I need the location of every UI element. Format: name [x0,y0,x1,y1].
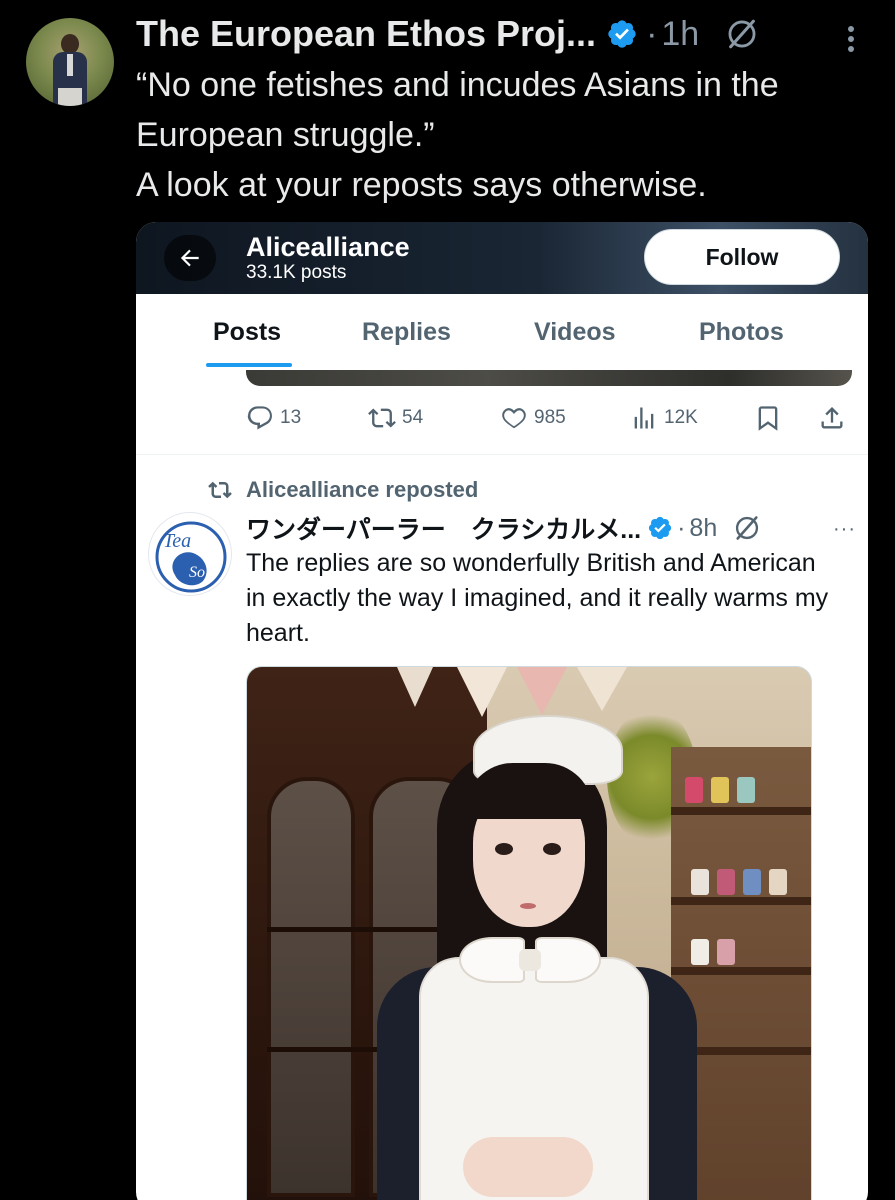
avatar-figure-shirt [67,54,73,76]
reposted-author-avatar[interactable]: Tea So [148,512,232,596]
reply-count: 13 [280,407,302,428]
views-count: 12K [664,407,698,428]
photo-jar [711,777,729,803]
photo-bow-center [519,949,541,971]
bookmark-icon [758,406,778,431]
follow-button[interactable]: Follow [644,229,840,285]
svg-text:Tea: Tea [163,530,191,552]
tab-photos[interactable]: Photos [699,318,784,347]
photo-lips [520,903,536,909]
active-tab-indicator [206,363,292,367]
teaso-logo-icon: Tea So [155,521,227,593]
bookmark-action[interactable] [754,400,788,436]
reposted-time-separator: · [677,513,686,542]
repost-label: Alicealliance reposted [246,477,479,502]
verified-badge-icon [608,20,636,48]
more-options-icon[interactable] [847,24,855,54]
photo-jar [691,869,709,895]
time-separator: · [646,14,658,53]
repost-indicator[interactable]: Alicealliance reposted [206,475,478,505]
avatar-figure-legs [58,88,82,106]
reply-action[interactable]: 13 [246,400,301,436]
post-count: 33.1K posts [246,262,347,283]
photo-jar [685,777,703,803]
share-icon [821,407,843,429]
photo-bow-left [459,937,525,983]
repost-icon [368,408,396,428]
tab-replies[interactable]: Replies [362,318,451,347]
photo-jar [691,939,709,965]
repost-action[interactable]: 54 [368,400,423,436]
previous-post-media[interactable] [246,370,852,386]
photo-jar [717,939,735,965]
photo-jar [769,869,787,895]
embedded-screenshot[interactable]: Alicealliance 33.1K posts Follow Posts R… [136,222,868,1200]
repost-indicator-icon [208,481,232,499]
tweet-header: The European Ethos Proj... · 1h [136,10,876,58]
repost-count: 54 [402,407,424,428]
photo-hands [463,1137,593,1197]
author-name[interactable]: The European Ethos Proj... [136,13,596,55]
avatar-figure-head [61,34,79,54]
svg-text:So: So [189,564,205,581]
tab-posts[interactable]: Posts [213,318,281,347]
tab-videos[interactable]: Videos [534,318,616,347]
photo-shelf [671,897,811,905]
photo-cabinet-glass-left [267,777,355,1197]
photo-bow-right [535,937,601,983]
photo-jar [717,869,735,895]
photo-eye [543,843,561,855]
author-avatar[interactable] [26,18,114,106]
reposted-more-icon[interactable]: ··· [833,518,856,541]
reposted-post-text: The replies are so wonderfully British a… [246,549,829,647]
views-action[interactable]: 12K [630,400,698,436]
reply-icon [247,406,272,430]
back-button[interactable] [164,235,216,281]
profile-name: Alicealliance [246,232,410,262]
grok-icon[interactable] [725,17,759,51]
profile-tabs: Posts Replies Videos Photos [136,294,868,374]
photo-shelf [671,967,811,975]
reposted-post-photo[interactable] [246,666,812,1200]
photo-eye [495,843,513,855]
verified-badge-icon [648,516,672,540]
photo-shelf [671,807,811,815]
back-arrow-icon [180,249,199,267]
photo-jar [743,869,761,895]
post-time[interactable]: 1h [661,15,699,54]
reposted-post-time[interactable]: 8h [689,514,717,543]
reposted-author-name[interactable]: ワンダーパーラー クラシカルメ... [246,510,641,546]
tweet-text: “No one fetishes and incudes Asians in t… [136,66,779,204]
share-action[interactable] [818,400,852,436]
photo-jar [737,777,755,803]
reposted-post-header: ワンダーパーラー クラシカルメ... · 8h ··· [246,508,856,548]
like-count: 985 [534,407,566,428]
post-divider [136,454,868,455]
views-icon [634,407,654,429]
grok-icon[interactable] [733,514,761,542]
heart-icon [502,408,526,429]
previous-post-actions: 13 54 985 12K [136,400,868,440]
profile-header: Alicealliance 33.1K posts Follow [136,222,868,294]
like-action[interactable]: 985 [500,400,566,436]
